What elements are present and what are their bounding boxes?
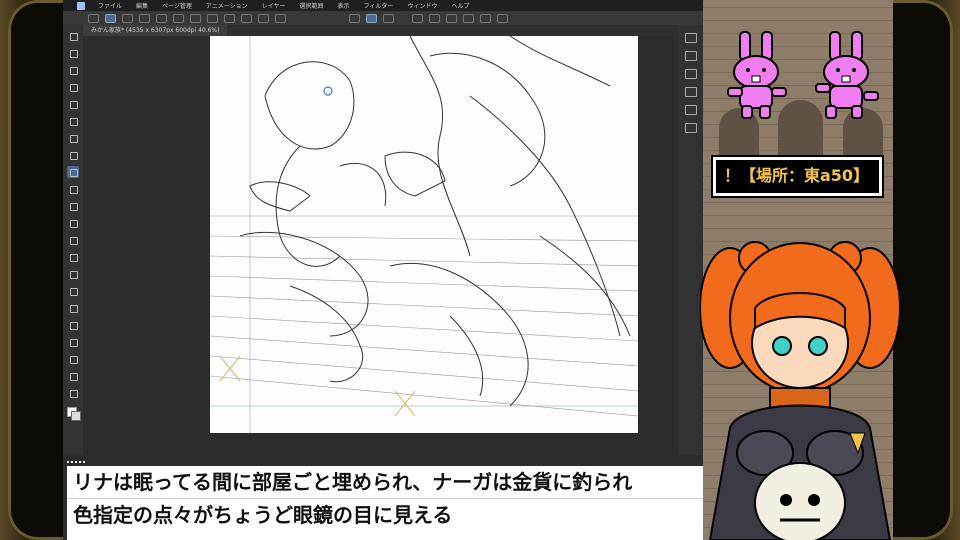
undo-icon[interactable] [173, 13, 184, 23]
subtitle-line-1: リナは眠ってる間に部屋ごと埋められ、ナーガは金貨に釣られ [67, 466, 767, 499]
zoom-out-icon[interactable] [446, 13, 457, 23]
brush-icon[interactable] [67, 217, 79, 229]
rotate-icon[interactable] [67, 64, 79, 76]
selection-icon[interactable] [67, 132, 79, 144]
lasso-icon[interactable] [67, 115, 79, 127]
tool-property-panel-icon[interactable] [684, 51, 697, 61]
menu-layer[interactable]: レイヤー [255, 1, 293, 10]
hand-icon[interactable] [67, 47, 79, 59]
command-bar [63, 11, 703, 25]
tool-palette [63, 25, 83, 455]
menu-selection[interactable]: 選択範囲 [293, 1, 331, 10]
color-panel-icon[interactable] [684, 69, 697, 79]
app-logo-icon [77, 1, 85, 10]
line-art [210, 36, 638, 433]
eyedropper-icon[interactable] [67, 149, 79, 161]
wand-icon[interactable] [67, 98, 79, 110]
snap-ruler-icon[interactable] [349, 13, 360, 23]
app-window: ファイル 編集 ページ管理 アニメーション レイヤー 選択範囲 表示 フィルター… [63, 0, 703, 540]
color-swatch[interactable] [67, 407, 81, 421]
transform-icon[interactable] [224, 13, 235, 23]
fill-tool-icon[interactable] [67, 285, 79, 297]
save-icon[interactable] [156, 13, 167, 23]
tool-property-icon[interactable] [105, 13, 116, 23]
document-tab[interactable]: みかん家族* (4535 x 6307px 600dpi 40.6%) [83, 25, 228, 36]
gradient-icon[interactable] [67, 302, 79, 314]
decoration-icon[interactable] [67, 251, 79, 263]
layer-panel-icon[interactable] [684, 123, 697, 133]
balloon-icon[interactable] [67, 370, 79, 382]
navigator-icon[interactable] [684, 105, 697, 115]
document-tabs: みかん家族* (4535 x 6307px 600dpi 40.6%) [83, 25, 683, 36]
fit-icon[interactable] [463, 13, 474, 23]
menu-animation[interactable]: アニメーション [199, 1, 255, 10]
location-tag: ！【場所：東a50】 [713, 157, 882, 196]
snap-special-ruler-icon[interactable] [366, 13, 377, 23]
bunny-sprite [815, 31, 879, 119]
menu-edit[interactable]: 編集 [129, 1, 155, 10]
zoom-icon[interactable] [67, 30, 79, 42]
subtitle-box: リナは眠ってる間に部屋ごと埋められ、ナーガは金貨に釣られ 色指定の点々がちょうど… [67, 466, 767, 540]
export-icon[interactable] [412, 13, 423, 23]
menu-page[interactable]: ページ管理 [155, 1, 199, 10]
sub-tool-icon[interactable] [684, 33, 697, 43]
menu-window[interactable]: ウィンドウ [400, 1, 444, 10]
pencil-icon[interactable] [67, 200, 79, 212]
clear-icon[interactable] [207, 13, 218, 23]
menu-file[interactable]: ファイル [91, 1, 129, 10]
correct-line-icon[interactable] [67, 387, 79, 399]
eraser-icon[interactable] [67, 183, 79, 195]
menu-view[interactable]: 表示 [331, 1, 357, 10]
airbrush-icon[interactable] [67, 234, 79, 246]
ruler-icon[interactable] [67, 336, 79, 348]
menu-filter[interactable]: フィルター [357, 1, 401, 10]
fill-icon[interactable] [275, 13, 286, 23]
move-icon[interactable] [67, 81, 79, 93]
redo-icon[interactable] [190, 13, 201, 23]
zoom-in-icon[interactable] [429, 13, 440, 23]
menu-help[interactable]: ヘルプ [444, 1, 476, 10]
pen-tool-icon[interactable] [67, 166, 79, 178]
material-icon[interactable] [684, 87, 697, 97]
new-file-icon[interactable] [122, 13, 133, 23]
menu-icon[interactable] [88, 13, 99, 23]
settings-icon[interactable] [241, 13, 252, 23]
snap-grid-icon[interactable] [383, 13, 394, 23]
text-icon[interactable] [67, 353, 79, 365]
bunny-sprite [727, 31, 787, 119]
flip-icon[interactable] [497, 13, 508, 23]
drawing-canvas[interactable] [210, 36, 638, 433]
avatar-character [700, 241, 900, 540]
rotate-icon[interactable] [480, 13, 491, 23]
subtitle-line-2: 色指定の点々がちょうど眼鏡の目に見える [73, 503, 453, 527]
open-file-icon[interactable] [139, 13, 150, 23]
figure-icon[interactable] [67, 319, 79, 331]
crop-icon[interactable] [258, 13, 269, 23]
menu-bar: ファイル 編集 ページ管理 アニメーション レイヤー 選択範囲 表示 フィルター… [63, 0, 703, 11]
blend-icon[interactable] [67, 268, 79, 280]
